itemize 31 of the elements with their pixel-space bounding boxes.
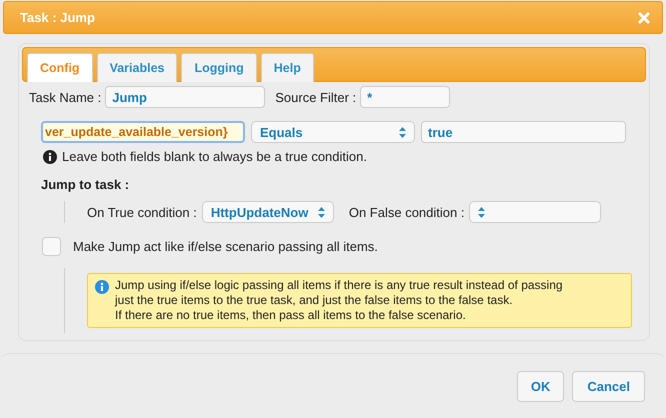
info-icon — [95, 280, 109, 294]
task-name-field[interactable]: Jump — [105, 86, 266, 108]
note-text: If there are no true items, then pass all items to the false scenario. — [115, 308, 467, 323]
source-filter-field[interactable]: * — [360, 86, 450, 108]
field-label: Source Filter : — [275, 90, 356, 104]
value-field[interactable]: true — [421, 121, 626, 143]
field-label: On False condition : — [348, 204, 464, 220]
dialog-button[interactable]: OK — [516, 370, 564, 402]
note-text: Jump using if/else logic passing all items if there is any true result instead of passing — [115, 278, 563, 293]
dialog-button[interactable]: Cancel — [572, 370, 645, 402]
note-text: just the true items to the true task, and just the false items to the false task. — [115, 293, 514, 308]
sort-arrows-icon — [399, 126, 406, 138]
section-heading: Jump to task : — [41, 177, 130, 192]
info-icon — [43, 150, 57, 164]
field-label: On True condition : — [87, 204, 197, 220]
sort-arrows-icon — [318, 206, 325, 218]
tab[interactable]: Variables — [96, 53, 178, 82]
operator-select[interactable]: Equals — [251, 121, 415, 143]
false-task-select[interactable] — [469, 201, 602, 223]
window-title: Task : Jump — [20, 10, 95, 25]
tab[interactable]: Logging — [181, 53, 257, 82]
hint-text: Leave both fields blank to always be a true condition. — [62, 149, 367, 164]
sort-arrows-icon — [478, 206, 486, 218]
tab[interactable]: Help — [260, 53, 314, 82]
tab[interactable]: Config — [27, 53, 93, 82]
condition-field[interactable]: ver_update_available_version} — [41, 121, 245, 143]
close-icon[interactable] — [638, 12, 650, 24]
checkbox[interactable] — [42, 237, 61, 256]
field-label: Task Name : — [29, 90, 102, 104]
true-task-select[interactable]: HttpUpdateNow — [202, 201, 334, 223]
checkbox-label: Make Jump act like if/else scenario passing all items. — [73, 239, 378, 254]
